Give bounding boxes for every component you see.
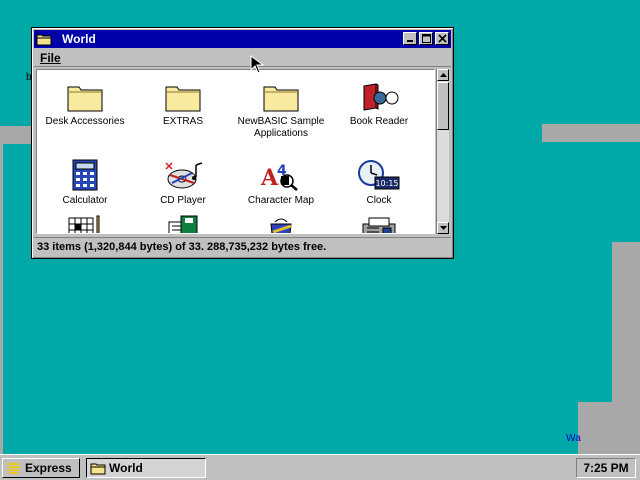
item-paint[interactable]: [233, 212, 329, 233]
cd-player-icon: [165, 162, 203, 189]
item-book-reader[interactable]: Book Reader: [331, 78, 427, 128]
item-label: EXTRAS: [162, 116, 203, 127]
item-desk-accessories[interactable]: Desk Accessories: [37, 78, 133, 128]
item-label: Calculator: [62, 195, 108, 206]
close-icon: [437, 34, 447, 43]
taskbar-clock[interactable]: 7:25 PM: [576, 458, 636, 478]
item-cd-player[interactable]: CD Player: [135, 157, 231, 207]
character-map-icon: A 4: [260, 163, 298, 191]
item-calculator[interactable]: Calculator: [37, 157, 133, 207]
item-extras[interactable]: EXTRAS: [135, 78, 231, 128]
mouse-pointer-icon: [250, 55, 265, 74]
world-folder-icon[interactable]: [36, 32, 52, 46]
scrollbar-thumb[interactable]: [437, 82, 449, 130]
world-folder-icon: [90, 461, 106, 475]
express-icon: [6, 461, 22, 475]
fax-icon: [362, 217, 396, 233]
taskbar: Express World 7:25 PM: [0, 454, 640, 480]
item-label: CD Player: [160, 195, 206, 206]
desktop-panel-right-top: [542, 124, 640, 142]
paint-icon: [270, 218, 292, 233]
book-reader-icon: [363, 83, 399, 111]
close-button[interactable]: [435, 32, 449, 45]
scroll-down-button[interactable]: [437, 222, 449, 234]
scroll-down-arrow-icon: [439, 226, 447, 230]
window-menubar: File: [34, 49, 451, 67]
item-label: Character Map: [247, 195, 315, 206]
item-newbasic-samples[interactable]: NewBASIC Sample Applications: [233, 78, 329, 140]
window-status-bar: 33 items (1,320,844 bytes) of 33. 288,73…: [34, 237, 451, 256]
scroll-up-button[interactable]: [437, 69, 449, 81]
clock-icon-time: 10:15: [375, 179, 398, 188]
window-title: World: [62, 32, 96, 46]
folder-icon: [263, 86, 299, 112]
item-label: Clock: [366, 195, 392, 206]
floppy-icon: [168, 215, 198, 233]
express-menu-button[interactable]: Express: [2, 458, 80, 478]
maximize-icon: [421, 34, 431, 43]
task-button-label: World: [109, 461, 143, 475]
item-label: NewBASIC Sample Applications: [237, 116, 325, 139]
express-label: Express: [25, 461, 72, 475]
folder-icon: [67, 86, 103, 112]
menu-file[interactable]: File: [40, 51, 61, 65]
minimize-button[interactable]: [403, 32, 417, 45]
item-label: Book Reader: [349, 116, 409, 127]
clock-icon: 10:15: [358, 160, 400, 190]
desktop-fragment-text: Wa: [566, 433, 581, 444]
minimize-icon: [407, 39, 413, 42]
calculator-icon: [72, 159, 98, 191]
item-floppy[interactable]: [135, 212, 231, 233]
world-window[interactable]: World File Desk Accessories EXTRAS NewBA…: [31, 27, 454, 259]
item-fax[interactable]: [331, 212, 427, 233]
maximize-button[interactable]: [419, 32, 433, 45]
task-button-world[interactable]: World: [86, 458, 206, 478]
scroll-up-arrow-icon: [439, 73, 447, 77]
item-crossword[interactable]: [37, 212, 133, 233]
item-clock[interactable]: 10:15 Clock: [331, 157, 427, 207]
desktop-panel-right-bottom: [578, 402, 640, 454]
folder-icon: [165, 86, 201, 112]
item-character-map[interactable]: A 4 Character Map: [233, 157, 329, 207]
vertical-scrollbar[interactable]: [436, 69, 449, 234]
folder-content-area[interactable]: Desk Accessories EXTRAS NewBASIC Sample …: [36, 69, 435, 234]
desktop-panel-left: [0, 126, 31, 144]
item-label: Desk Accessories: [45, 116, 125, 127]
crossword-icon: [68, 215, 100, 233]
desktop-panel-left-tall: [0, 144, 3, 454]
window-titlebar[interactable]: World: [34, 30, 451, 48]
